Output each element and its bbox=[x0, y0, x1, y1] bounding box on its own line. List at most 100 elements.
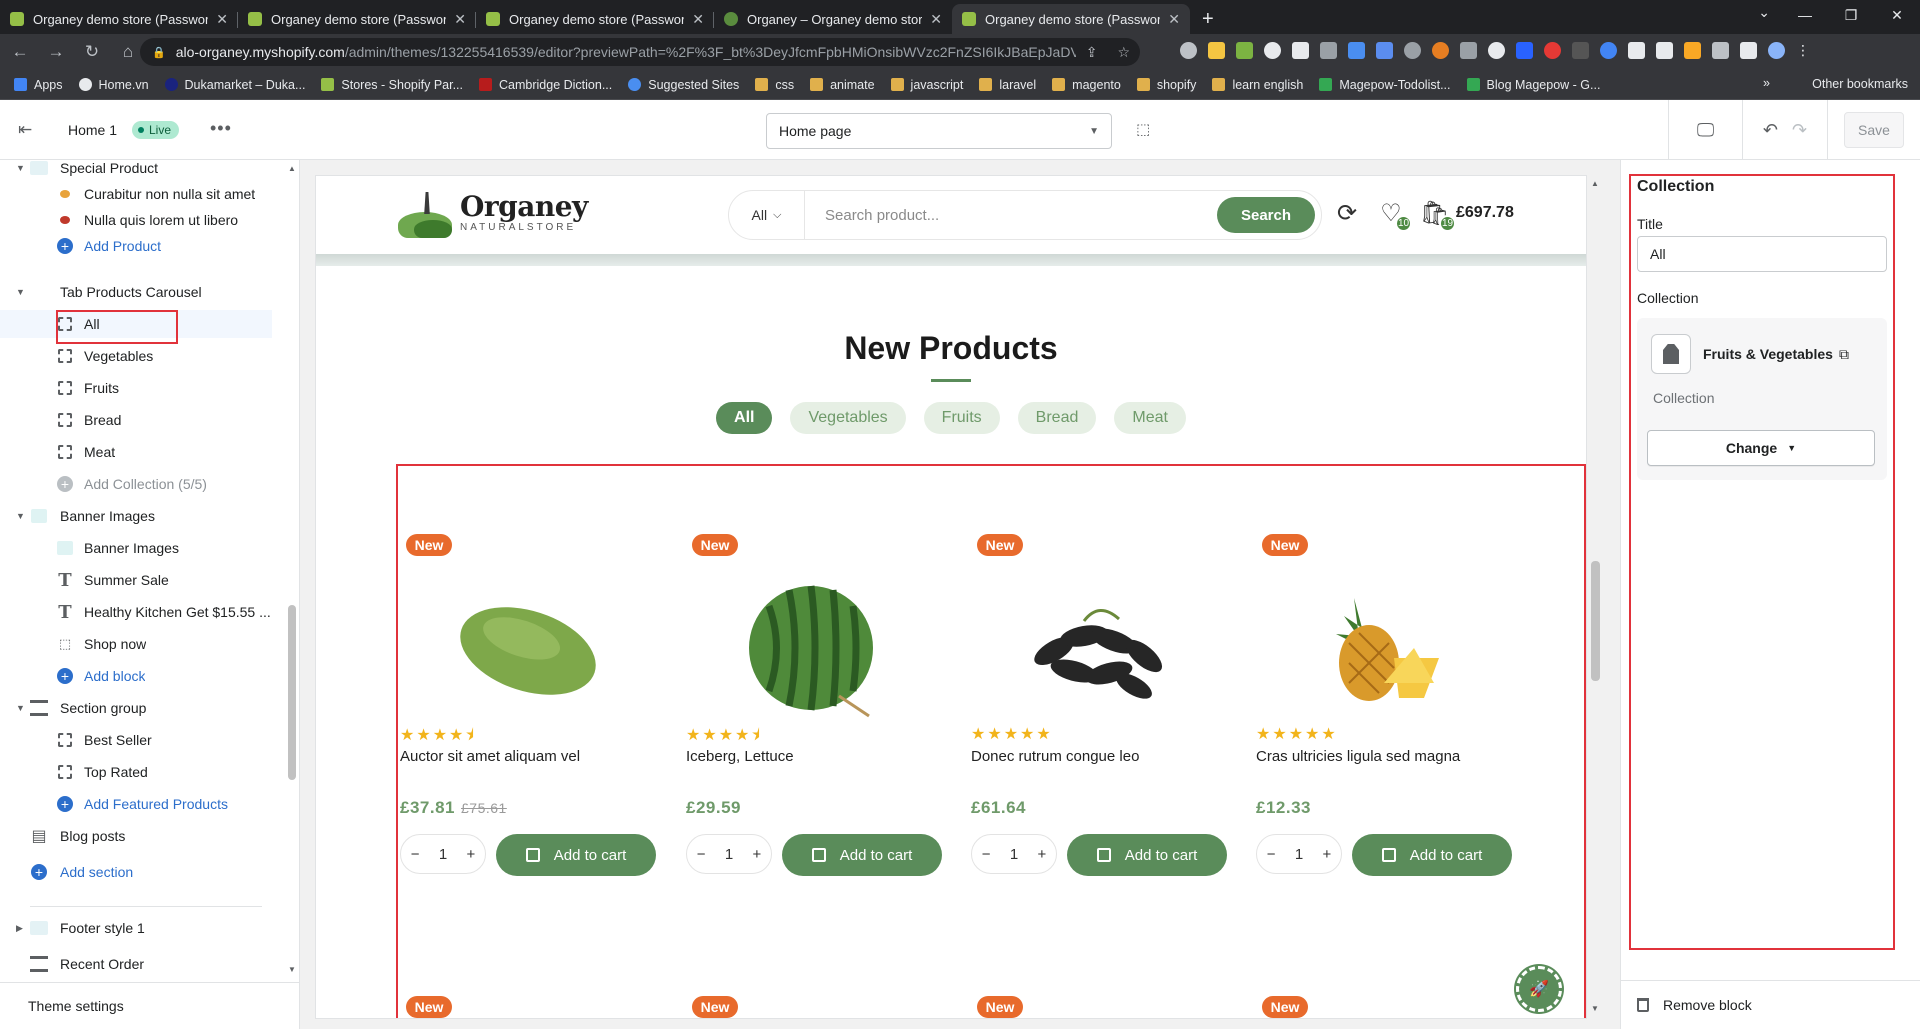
minimize-icon[interactable]: — bbox=[1782, 0, 1828, 30]
block-item[interactable]: Curabitur non nulla sit amet bbox=[0, 180, 272, 208]
title-input[interactable]: All bbox=[1637, 236, 1887, 272]
tab-search-icon[interactable]: ⌄ bbox=[1758, 4, 1770, 21]
add-to-cart-button[interactable]: Add to cart bbox=[1352, 834, 1512, 876]
more-actions-icon[interactable]: ••• bbox=[210, 118, 232, 139]
product-name[interactable]: Iceberg, Lettuce bbox=[686, 748, 794, 765]
minus-icon[interactable]: − bbox=[1267, 846, 1276, 863]
other-bookmarks[interactable]: Other bookmarks bbox=[1792, 77, 1908, 91]
extension-icon[interactable] bbox=[1320, 42, 1337, 59]
bookmark-folder[interactable]: learn english bbox=[1212, 78, 1303, 92]
adblock-icon[interactable] bbox=[1544, 42, 1561, 59]
scroll-up-icon[interactable]: ▲ bbox=[288, 164, 296, 173]
add-product-button[interactable]: + Add Product bbox=[0, 232, 272, 260]
bookmark-item[interactable]: Blog Magepow - G... bbox=[1466, 78, 1600, 92]
exit-editor-icon[interactable]: ⇤ bbox=[18, 120, 38, 140]
bookmark-folder[interactable]: shopify bbox=[1136, 78, 1196, 92]
block-item-best-seller[interactable]: Best Seller bbox=[0, 726, 272, 754]
bookmark-folder[interactable]: css bbox=[755, 78, 794, 92]
new-tab-icon[interactable]: + bbox=[1190, 4, 1226, 34]
compare-icon[interactable]: ⟳ bbox=[1332, 198, 1362, 228]
extension-icon[interactable] bbox=[1712, 42, 1729, 59]
desktop-preview-icon[interactable]: 🖵 bbox=[1668, 100, 1742, 160]
section-blog-posts[interactable]: ▤ Blog posts bbox=[0, 822, 272, 850]
scroll-up-icon[interactable]: ▲ bbox=[1591, 179, 1599, 188]
browser-tab[interactable]: Organey – Organey demo store (P✕ bbox=[714, 4, 952, 34]
external-link-icon[interactable]: ⧉ bbox=[1839, 346, 1849, 362]
tab-meat[interactable]: Meat bbox=[1114, 402, 1186, 434]
window-close-icon[interactable]: ✕ bbox=[1874, 0, 1920, 30]
section-special-product[interactable]: ▼ Special Product bbox=[0, 160, 272, 182]
close-tab-icon[interactable]: ✕ bbox=[692, 11, 704, 28]
minus-icon[interactable]: − bbox=[982, 846, 991, 863]
extension-icon[interactable] bbox=[1432, 42, 1449, 59]
block-item[interactable]: T Summer Sale bbox=[0, 566, 272, 594]
section-recent-order[interactable]: Recent Order bbox=[0, 950, 272, 978]
extension-icon[interactable] bbox=[1516, 42, 1533, 59]
plus-icon[interactable]: + bbox=[1323, 846, 1332, 863]
theme-settings-button[interactable]: Theme settings bbox=[0, 982, 299, 1029]
product-name[interactable]: Auctor sit amet aliquam vel bbox=[400, 748, 580, 765]
wishlist-heart-icon[interactable]: ♡ 10 bbox=[1376, 198, 1412, 232]
change-collection-button[interactable]: Change ▼ bbox=[1647, 430, 1875, 466]
collapse-arrow-icon[interactable]: ▼ bbox=[16, 511, 25, 521]
remove-block-button[interactable]: Remove block bbox=[1621, 980, 1920, 1029]
extension-icon[interactable] bbox=[1460, 42, 1477, 59]
search-button[interactable]: Search bbox=[1217, 197, 1315, 233]
extension-icon[interactable] bbox=[1236, 42, 1253, 59]
collapse-arrow-icon[interactable]: ▼ bbox=[16, 287, 25, 297]
expand-arrow-icon[interactable]: ▶ bbox=[16, 923, 23, 934]
tab-all[interactable]: All bbox=[716, 402, 773, 434]
block-item-top-rated[interactable]: Top Rated bbox=[0, 758, 272, 786]
extension-icon[interactable] bbox=[1264, 42, 1281, 59]
browser-tab[interactable]: Organey demo store (Password: d✕ bbox=[238, 4, 476, 34]
undo-icon[interactable]: ↶ bbox=[1763, 120, 1778, 141]
extension-icon[interactable] bbox=[1488, 42, 1505, 59]
back-icon[interactable]: ← bbox=[4, 36, 36, 68]
browser-tab[interactable]: Organey demo store (Password: d✕ bbox=[476, 4, 714, 34]
menu-kebab-icon[interactable]: ⋮ bbox=[1796, 42, 1813, 59]
add-to-cart-button[interactable]: Add to cart bbox=[496, 834, 656, 876]
cart-bag-icon[interactable]: 🛍 19 bbox=[1420, 198, 1456, 232]
reload-icon[interactable]: ↻ bbox=[76, 36, 108, 68]
tab-vegetables[interactable]: Vegetables bbox=[790, 402, 906, 434]
add-section-button[interactable]: + Add section bbox=[0, 858, 272, 886]
bookmarks-overflow-icon[interactable]: » bbox=[1763, 76, 1770, 90]
close-tab-icon[interactable]: ✕ bbox=[930, 11, 942, 28]
product-name[interactable]: Cras ultricies ligula sed magna bbox=[1256, 748, 1460, 765]
extension-icon[interactable] bbox=[1208, 42, 1225, 59]
scrollbar-thumb[interactable] bbox=[1591, 561, 1600, 681]
add-to-cart-button[interactable]: Add to cart bbox=[1067, 834, 1227, 876]
scrollbar-thumb[interactable] bbox=[288, 605, 296, 780]
section-banner-images[interactable]: ▼ Banner Images bbox=[0, 502, 272, 530]
restore-icon[interactable]: ❐ bbox=[1828, 0, 1874, 30]
bookmark-item[interactable]: Stores - Shopify Par... bbox=[321, 78, 463, 92]
collection-link[interactable]: Fruits & Vegetables ⧉ bbox=[1703, 346, 1849, 363]
preview-scrollbar[interactable]: ▲ ▼ bbox=[1588, 176, 1602, 1018]
cart-total[interactable]: £697.78 bbox=[1456, 204, 1514, 222]
scroll-down-icon[interactable]: ▼ bbox=[288, 965, 296, 974]
extension-icon[interactable] bbox=[1180, 42, 1197, 59]
redo-icon[interactable]: ↷ bbox=[1792, 120, 1807, 141]
section-tab-products-carousel[interactable]: ▼ Tab Products Carousel bbox=[0, 278, 272, 306]
section-section-group[interactable]: ▼ Section group bbox=[0, 694, 272, 722]
search-input[interactable]: Search product... bbox=[825, 207, 1217, 224]
product-image-mango[interactable] bbox=[428, 586, 628, 716]
collapse-arrow-icon[interactable]: ▼ bbox=[16, 703, 25, 713]
extension-icon[interactable] bbox=[1376, 42, 1393, 59]
bookmark-apps[interactable]: Apps bbox=[14, 78, 63, 92]
collapse-arrow-icon[interactable]: ▼ bbox=[16, 163, 25, 173]
bookmark-star-icon[interactable]: ☆ bbox=[1117, 44, 1130, 61]
add-to-cart-button[interactable]: Add to cart bbox=[782, 834, 942, 876]
rocket-icon[interactable]: 🚀 bbox=[1516, 966, 1562, 1012]
plus-icon[interactable]: + bbox=[467, 846, 476, 863]
block-item-fruits[interactable]: Fruits bbox=[0, 374, 272, 402]
close-tab-icon[interactable]: ✕ bbox=[216, 11, 228, 28]
sidebar-scrollbar[interactable]: ▲ ▼ bbox=[285, 160, 299, 980]
page-selector[interactable]: Home page ▼ bbox=[766, 113, 1112, 149]
product-image-pineapple[interactable] bbox=[1284, 578, 1484, 718]
extension-icon[interactable] bbox=[1740, 42, 1757, 59]
bookmark-item[interactable]: Dukamarket – Duka... bbox=[164, 78, 305, 92]
bookmark-item[interactable]: Cambridge Diction... bbox=[479, 78, 612, 92]
product-image-watermelon[interactable] bbox=[714, 576, 914, 726]
bookmark-item[interactable]: Magepow-Todolist... bbox=[1319, 78, 1451, 92]
